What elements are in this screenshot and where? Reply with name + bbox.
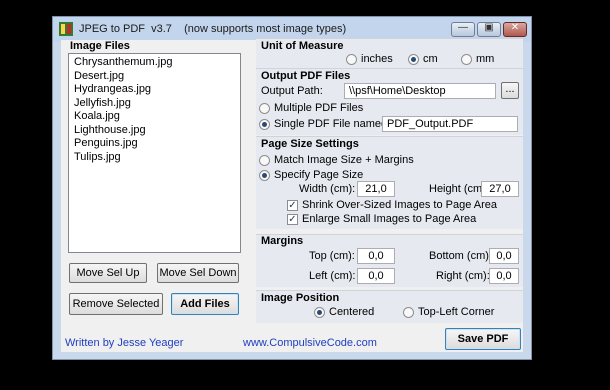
output-path-label: Output Path:	[261, 85, 323, 97]
top-left-corner-label: Top-Left Corner	[418, 306, 495, 318]
left-margin-input[interactable]: 0,0	[357, 268, 395, 284]
image-files-list[interactable]: Chrysanthemum.jpg Desert.jpg Hydrangeas.jp…	[68, 53, 241, 253]
specify-page-size-radio[interactable]	[259, 170, 270, 181]
app-icon	[59, 22, 73, 36]
height-label: Height (cm):	[429, 183, 489, 195]
single-pdf-label: Single PDF File named:	[274, 118, 391, 130]
unit-of-measure-header: Unit of Measure	[261, 40, 344, 52]
close-button[interactable]: ✕	[503, 22, 527, 37]
bottom-margin-label: Bottom (cm):	[429, 250, 492, 262]
shrink-label: Shrink Over-Sized Images to Page Area	[302, 199, 498, 211]
cm-radio[interactable]	[408, 54, 419, 65]
margins-header: Margins	[261, 235, 304, 247]
author-credit: Written by Jesse Yeager	[65, 337, 184, 349]
restore-button[interactable]: ▣	[477, 22, 501, 37]
bottom-margin-input[interactable]: 0,0	[489, 248, 519, 264]
list-item[interactable]: Jellyfish.jpg	[74, 97, 240, 111]
inches-radio[interactable]	[346, 54, 357, 65]
top-margin-input[interactable]: 0,0	[357, 248, 395, 264]
match-image-size-label: Match Image Size + Margins	[274, 154, 414, 166]
left-margin-label: Left (cm):	[309, 270, 356, 282]
match-image-size-radio[interactable]	[259, 155, 270, 166]
restore-icon: ▣	[484, 22, 494, 33]
specify-page-size-label: Specify Page Size	[274, 169, 364, 181]
minimize-button[interactable]: —	[451, 22, 475, 37]
move-sel-up-button[interactable]: Move Sel Up	[69, 263, 147, 283]
list-item[interactable]: Chrysanthemum.jpg	[74, 56, 240, 70]
list-item[interactable]: Lighthouse.jpg	[74, 124, 240, 138]
browse-button[interactable]: ...	[501, 82, 519, 99]
width-label: Width (cm):	[299, 183, 356, 195]
shrink-checkbox[interactable]: ✓	[287, 200, 298, 211]
close-icon: ✕	[510, 22, 520, 33]
add-files-button[interactable]: Add Files	[171, 293, 239, 315]
app-window: JPEG to PDF v3.7 (now supports most imag…	[52, 16, 532, 360]
top-left-corner-radio[interactable]	[403, 307, 414, 318]
page-size-header: Page Size Settings	[261, 138, 359, 150]
move-sel-down-button[interactable]: Move Sel Down	[157, 263, 239, 283]
centered-label: Centered	[329, 306, 375, 318]
right-margin-label: Right (cm):	[436, 270, 490, 282]
enlarge-checkbox[interactable]: ✓	[287, 214, 298, 225]
list-item[interactable]: Desert.jpg	[74, 70, 240, 84]
cm-label: cm	[423, 53, 438, 65]
top-margin-label: Top (cm):	[309, 250, 355, 262]
height-input[interactable]: 27,0	[481, 181, 519, 197]
image-files-header: Image Files	[70, 40, 130, 52]
save-pdf-button[interactable]: Save PDF	[445, 328, 521, 350]
window-title: JPEG to PDF v3.7 (now supports most imag…	[79, 23, 347, 35]
mm-radio[interactable]	[461, 54, 472, 65]
centered-radio[interactable]	[314, 307, 325, 318]
image-position-header: Image Position	[261, 292, 340, 304]
output-path-input[interactable]: \\psf\Home\Desktop	[344, 83, 496, 99]
list-item[interactable]: Tulips.jpg	[74, 151, 240, 165]
website-link[interactable]: www.CompulsiveCode.com	[243, 337, 377, 349]
multiple-pdf-radio[interactable]	[259, 103, 270, 114]
output-pdf-header: Output PDF Files	[261, 70, 351, 82]
remove-selected-button[interactable]: Remove Selected	[69, 293, 163, 315]
mm-label: mm	[476, 53, 495, 65]
list-item[interactable]: Penguins.jpg	[74, 137, 240, 151]
multiple-pdf-label: Multiple PDF Files	[274, 102, 364, 114]
list-item[interactable]: Koala.jpg	[74, 110, 240, 124]
list-item[interactable]: Hydrangeas.jpg	[74, 83, 240, 97]
right-margin-input[interactable]: 0,0	[489, 268, 519, 284]
main-panel: Image Files Chrysanthemum.jpg Desert.jpg H…	[61, 38, 523, 352]
single-pdf-radio[interactable]	[259, 119, 270, 130]
width-input[interactable]: 21,0	[357, 181, 395, 197]
minimize-icon: —	[458, 22, 468, 33]
inches-label: inches	[361, 53, 393, 65]
single-pdf-name-input[interactable]: PDF_Output.PDF	[382, 116, 518, 132]
enlarge-label: Enlarge Small Images to Page Area	[302, 213, 477, 225]
